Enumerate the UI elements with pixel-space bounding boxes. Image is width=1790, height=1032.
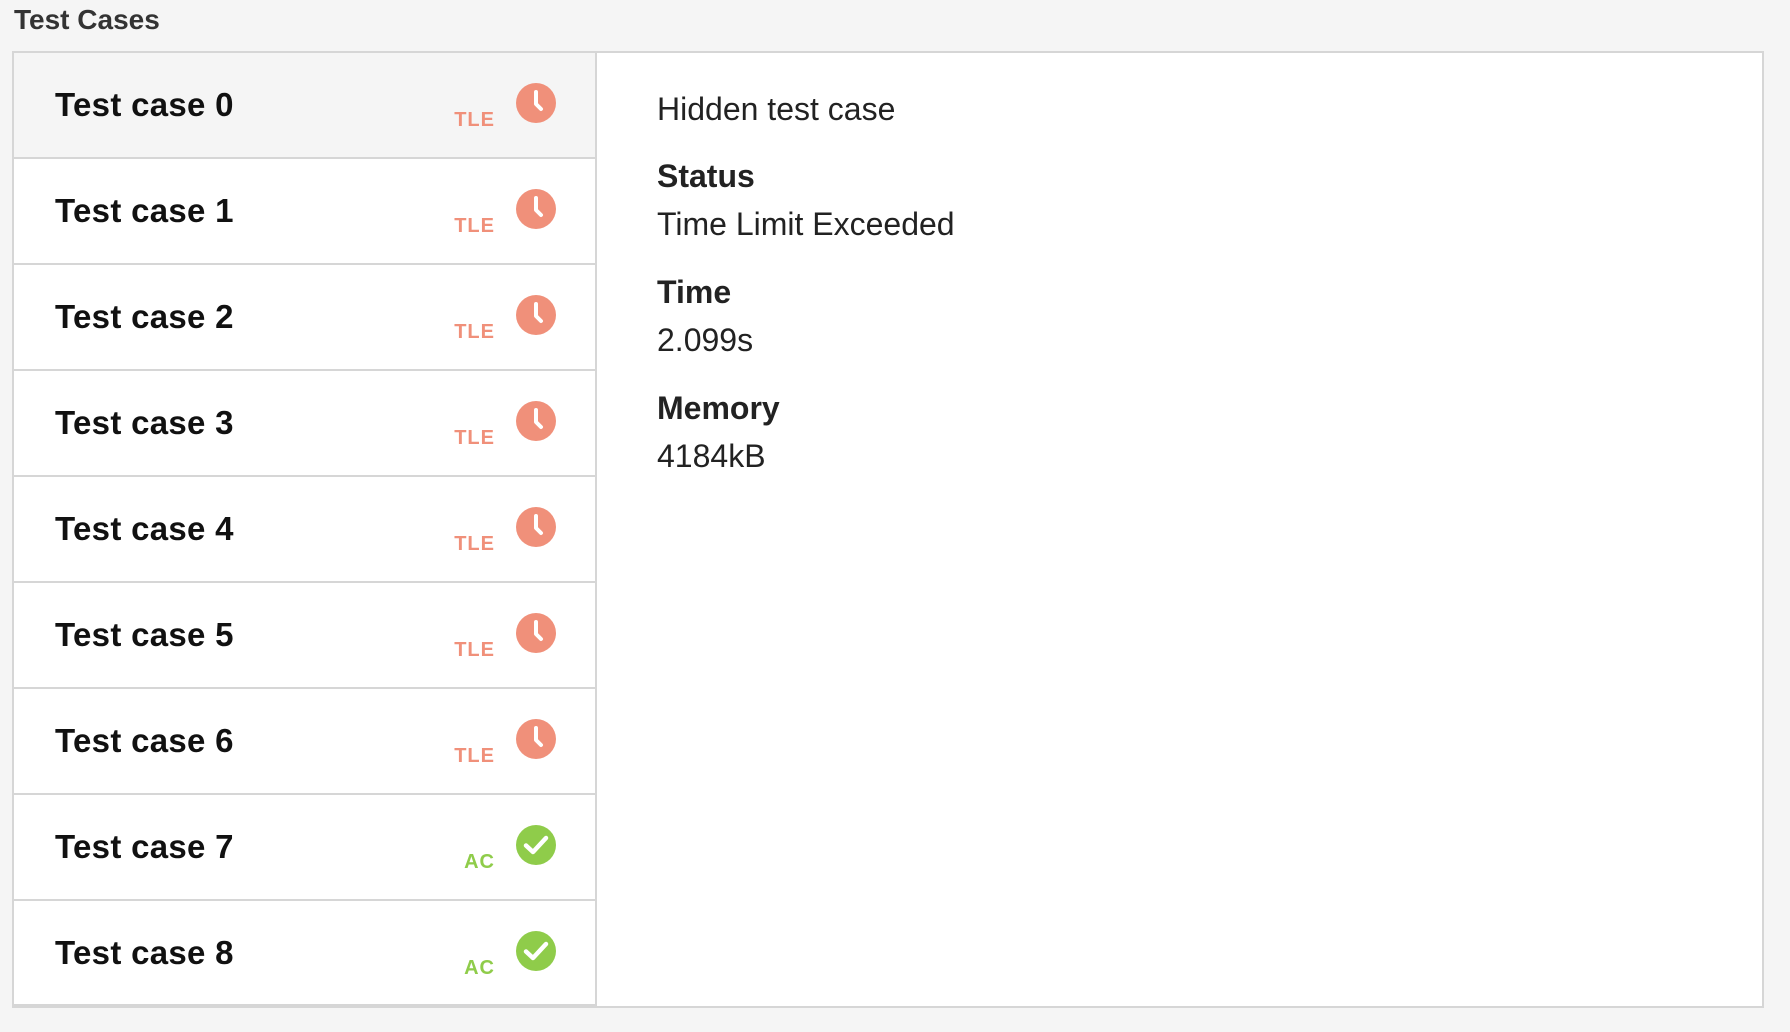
test-case-status-badge: AC <box>464 851 495 873</box>
check-circle-icon <box>516 825 556 865</box>
test-case-status-badge: AC <box>464 957 495 979</box>
status-value: Time Limit Exceeded <box>657 206 955 242</box>
clock-icon <box>516 507 556 547</box>
test-case-item-4[interactable]: Test case 4 TLE <box>14 477 595 583</box>
memory-label: Memory <box>657 390 780 426</box>
clock-icon <box>516 295 556 335</box>
test-case-status-badge: TLE <box>454 639 495 661</box>
status-label: Status <box>657 158 755 194</box>
clock-icon <box>516 83 556 123</box>
test-case-status-badge: TLE <box>454 109 495 131</box>
test-case-status-badge: TLE <box>454 427 495 449</box>
test-case-label: Test case 8 <box>55 933 234 971</box>
clock-icon <box>516 189 556 229</box>
test-case-status-badge: TLE <box>454 533 495 555</box>
detail-heading: Hidden test case <box>657 91 896 127</box>
test-case-label: Test case 7 <box>55 828 234 865</box>
test-case-item-8[interactable]: Test case 8 AC <box>14 901 595 1006</box>
test-case-detail: Hidden test case Status Time Limit Excee… <box>657 53 1762 1006</box>
test-case-label: Test case 5 <box>55 616 234 653</box>
test-case-item-5[interactable]: Test case 5 TLE <box>14 583 595 689</box>
memory-value: 4184kB <box>657 438 766 474</box>
test-cases-panel: Test case 0 TLE Test case 1 TLE Test cas… <box>12 51 1764 1008</box>
time-label: Time <box>657 274 732 310</box>
test-case-label: Test case 3 <box>55 404 234 441</box>
test-case-item-2[interactable]: Test case 2 TLE <box>14 265 595 371</box>
test-case-label: Test case 2 <box>55 298 234 335</box>
test-case-label: Test case 0 <box>55 86 234 123</box>
clock-icon <box>516 613 556 653</box>
test-case-list: Test case 0 TLE Test case 1 TLE Test cas… <box>14 53 597 1006</box>
test-case-label: Test case 1 <box>55 192 234 229</box>
clock-icon <box>516 401 556 441</box>
test-case-label: Test case 6 <box>55 722 234 759</box>
check-circle-icon <box>516 931 556 971</box>
test-case-item-3[interactable]: Test case 3 TLE <box>14 371 595 477</box>
test-case-label: Test case 4 <box>55 510 234 547</box>
test-case-item-7[interactable]: Test case 7 AC <box>14 795 595 901</box>
section-title: Test Cases <box>14 4 160 35</box>
test-case-item-6[interactable]: Test case 6 TLE <box>14 689 595 795</box>
test-case-item-1[interactable]: Test case 1 TLE <box>14 159 595 265</box>
time-value: 2.099s <box>657 322 754 358</box>
clock-icon <box>516 719 556 759</box>
test-case-status-badge: TLE <box>454 745 495 767</box>
test-case-status-badge: TLE <box>454 321 495 343</box>
test-case-status-badge: TLE <box>454 215 495 237</box>
test-case-item-0[interactable]: Test case 0 TLE <box>14 53 595 159</box>
